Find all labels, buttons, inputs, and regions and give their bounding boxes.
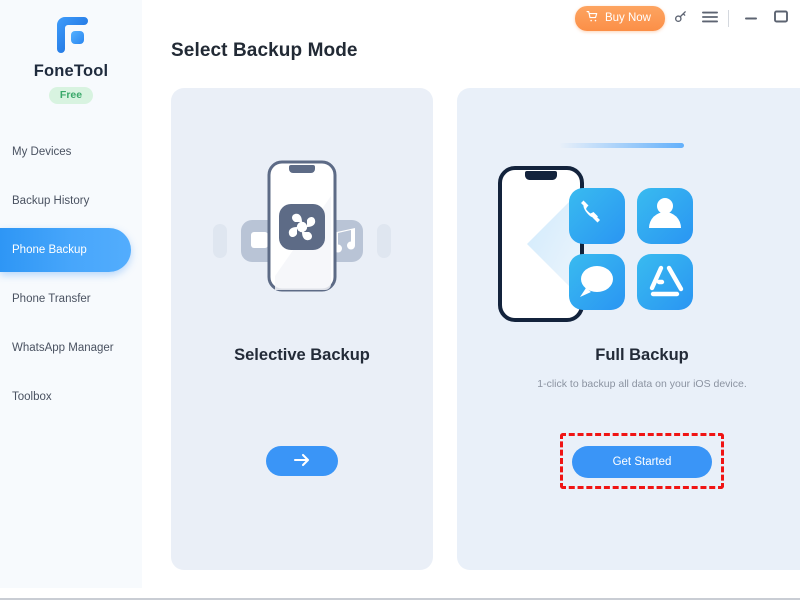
sidebar-item-label: My Devices: [12, 146, 72, 158]
fonetool-logo-icon: [49, 14, 93, 54]
free-badge: Free: [48, 87, 94, 104]
maximize-button[interactable]: [766, 3, 796, 33]
selective-backup-cta-wrap: [171, 446, 433, 476]
minimize-button[interactable]: [736, 3, 766, 33]
toolbar-divider: [728, 9, 729, 27]
full-backup-illustration: [457, 136, 800, 346]
sidebar-item-backup-history[interactable]: Backup History: [0, 179, 131, 223]
sidebar-item-label: Toolbox: [12, 391, 52, 403]
sidebar-item-label: Phone Transfer: [12, 293, 91, 305]
selective-backup-arrow-button[interactable]: [266, 446, 338, 476]
selective-backup-illustration: [171, 136, 433, 346]
sidebar-item-phone-backup[interactable]: Phone Backup: [0, 228, 131, 272]
fonetool-window: FoneTool Free My Devices Backup History …: [0, 0, 800, 600]
sidebar-item-label: WhatsApp Manager: [12, 342, 114, 354]
sidebar: FoneTool Free My Devices Backup History …: [0, 0, 142, 588]
sidebar-item-label: Backup History: [12, 195, 90, 207]
maximize-icon: [774, 10, 788, 26]
brand-name: FoneTool: [33, 62, 109, 80]
sidebar-item-phone-transfer[interactable]: Phone Transfer: [0, 277, 131, 321]
page-title: Select Backup Mode: [171, 40, 358, 61]
hamburger-menu-button[interactable]: [695, 3, 725, 33]
minimize-icon: [744, 11, 758, 26]
brand-block: FoneTool Free: [0, 0, 142, 104]
sidebar-item-label: Phone Backup: [12, 244, 87, 256]
full-backup-cta-wrap: Get Started: [457, 433, 800, 489]
key-icon-button[interactable]: [665, 3, 695, 33]
backup-mode-cards: Selective Backup Full Backup 1-click to …: [171, 88, 800, 570]
main-content: Buy Now Select Backup Mode Selective Bac…: [142, 0, 800, 588]
selective-backup-card[interactable]: Selective Backup: [171, 88, 433, 570]
get-started-button[interactable]: Get Started: [572, 446, 712, 478]
selective-backup-title: Selective Backup: [234, 346, 370, 364]
title-bar: Buy Now: [142, 0, 800, 36]
sidebar-item-whatsapp-manager[interactable]: WhatsApp Manager: [0, 326, 131, 370]
sidebar-nav: My Devices Backup History Phone Backup P…: [0, 130, 142, 419]
sidebar-item-toolbox[interactable]: Toolbox: [0, 375, 131, 419]
key-icon: [673, 9, 688, 27]
full-backup-card[interactable]: Full Backup 1-click to backup all data o…: [457, 88, 800, 570]
arrow-right-icon: [293, 453, 311, 470]
buy-now-button[interactable]: Buy Now: [574, 5, 665, 31]
full-backup-subtitle: 1-click to backup all data on your iOS d…: [537, 378, 747, 390]
sidebar-item-my-devices[interactable]: My Devices: [0, 130, 131, 174]
shopping-cart-icon: [586, 10, 599, 26]
full-backup-title: Full Backup: [595, 346, 689, 364]
hamburger-menu-icon: [702, 10, 718, 27]
buy-now-label: Buy Now: [604, 11, 651, 24]
